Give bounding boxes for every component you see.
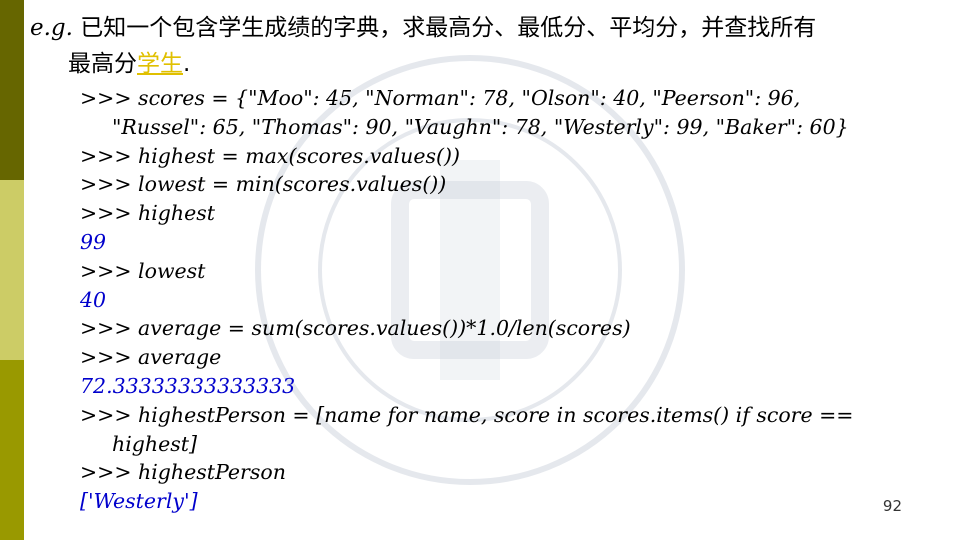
- code-line: >>> average = sum(scores.values())*1.0/l…: [80, 316, 631, 341]
- sidebar-stripe-bottom: [0, 360, 24, 540]
- slide-content: e.g. 已知一个包含学生成绩的字典，求最高分、最低分、平均分，并查找所有 最高…: [30, 10, 955, 516]
- code-output: 72.33333333333333: [80, 373, 296, 398]
- code-line-continuation: highest]: [112, 431, 197, 456]
- code-line-continuation: "Russel": 65, "Thomas": 90, "Vaughn": 78…: [112, 114, 849, 139]
- code-output: 99: [80, 229, 107, 254]
- code-line: >>> highest = max(scores.values()): [80, 143, 460, 168]
- code-block: >>> scores = {"Moo": 45, "Norman": 78, "…: [80, 84, 955, 516]
- code-line: >>> highestPerson = [name for name, scor…: [80, 402, 854, 427]
- code-line: >>> average: [80, 345, 222, 370]
- title-line2-end: .: [183, 51, 191, 77]
- title-prefix: e.g.: [30, 15, 73, 41]
- code-line: >>> lowest = min(scores.values()): [80, 172, 447, 197]
- title-line2-text: 最高分: [68, 51, 137, 77]
- sidebar-stripe-middle: [0, 180, 24, 360]
- title-highlight-link[interactable]: 学生: [137, 51, 183, 77]
- slide-title: e.g. 已知一个包含学生成绩的字典，求最高分、最低分、平均分，并查找所有 最高…: [30, 10, 955, 82]
- title-text: 已知一个包含学生成绩的字典，求最高分、最低分、平均分，并查找所有: [72, 15, 817, 41]
- code-output: ['Westerly']: [80, 489, 198, 514]
- code-line: >>> highest: [80, 201, 216, 226]
- code-line: >>> lowest: [80, 258, 206, 283]
- code-output: 40: [80, 287, 107, 312]
- sidebar-stripe-top: [0, 0, 24, 180]
- code-line: >>> highestPerson: [80, 460, 286, 485]
- page-number: 92: [882, 497, 902, 515]
- code-line: >>> scores = {"Moo": 45, "Norman": 78, "…: [80, 86, 801, 110]
- title-line-2: 最高分学生.: [30, 46, 955, 82]
